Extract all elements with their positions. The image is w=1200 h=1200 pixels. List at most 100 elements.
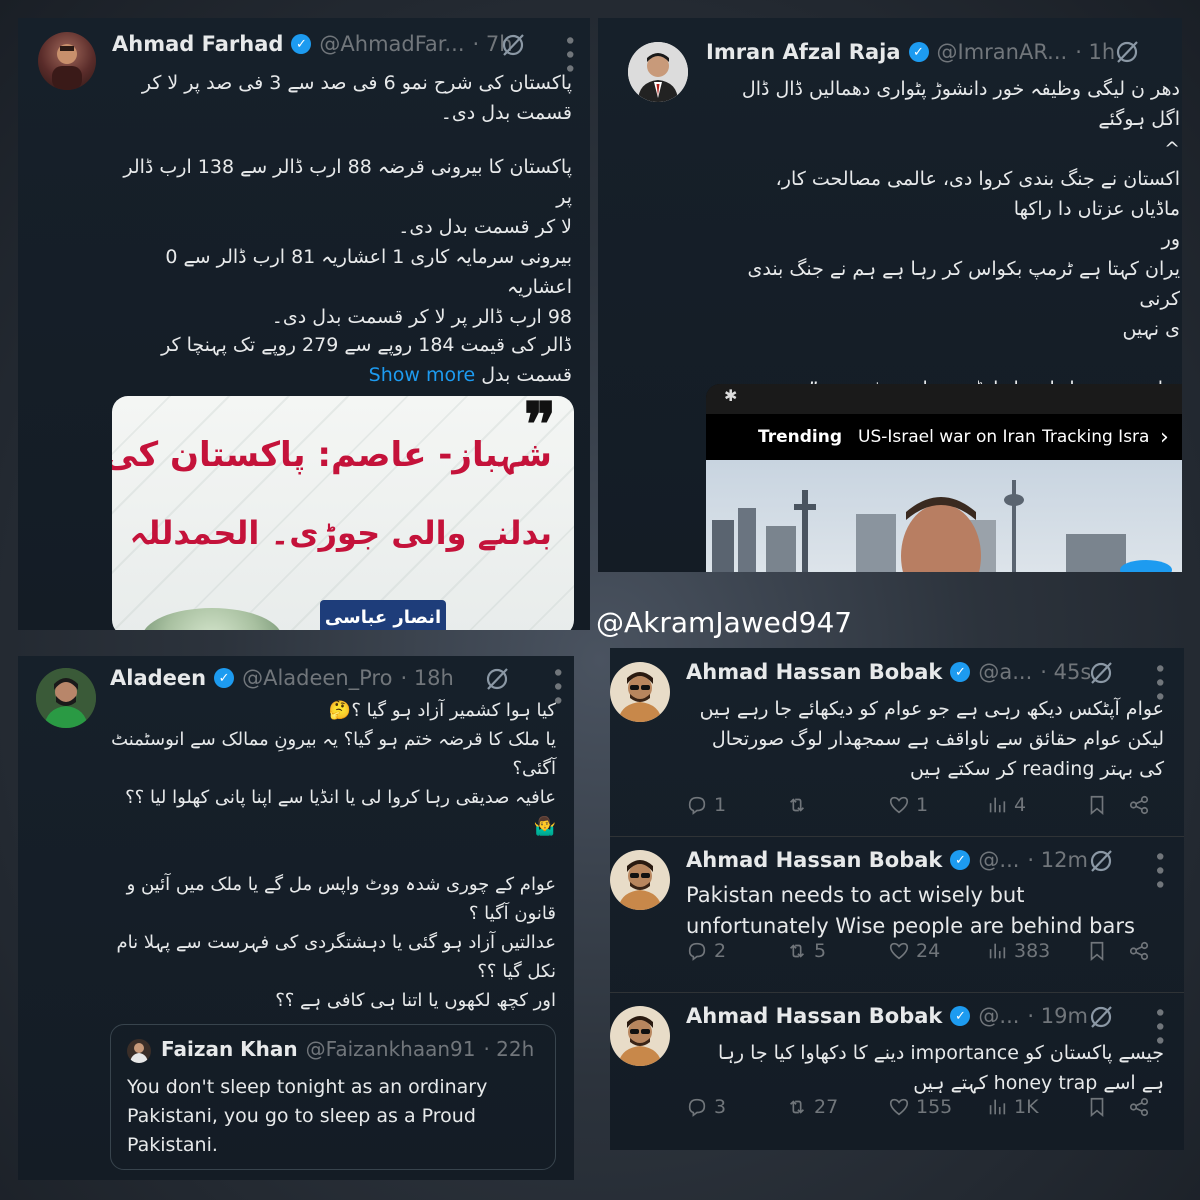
retweet-count: 27 xyxy=(814,1096,839,1118)
avatar[interactable] xyxy=(610,662,670,722)
show-more-link[interactable]: Show more xyxy=(369,364,476,386)
embedded-screenshot-card[interactable]: ✱ Trending US-Israel war on Iran Trackin… xyxy=(706,384,1182,572)
bookmark-icon xyxy=(1086,1096,1108,1118)
reply-count: 3 xyxy=(714,1096,727,1118)
retweet-count: 5 xyxy=(814,940,827,962)
author-name[interactable]: Ahmad Hassan Bobak xyxy=(686,660,942,684)
quoted-author-handle[interactable]: @Faizankhaan91 xyxy=(306,1037,476,1061)
quoted-avatar[interactable] xyxy=(127,1039,151,1063)
bookmark-icon xyxy=(1086,940,1108,962)
reply-button[interactable]: 3 xyxy=(686,1096,726,1118)
author-name[interactable]: Ahmad Hassan Bobak xyxy=(686,848,942,872)
nav-item-tracking[interactable]: Tracking Isra xyxy=(1042,427,1154,447)
reply-button[interactable]: 2 xyxy=(686,940,726,962)
views-count: 383 xyxy=(1014,940,1051,962)
share-icon xyxy=(1128,794,1150,816)
like-button[interactable]: 24 xyxy=(888,940,940,962)
nav-item-trending[interactable]: Trending xyxy=(758,427,842,447)
author-name[interactable]: Ahmad Farhad xyxy=(112,32,283,56)
author-name[interactable]: Aladeen xyxy=(110,666,206,690)
tweet-text-para2: پاکستان کا بیرونی قرضہ 88 ارب ڈالر سے 13… xyxy=(123,156,572,238)
bookmark-button[interactable] xyxy=(1086,940,1108,962)
card-headline-line2: بدلنے والی جوڑی۔ الحمدللہ xyxy=(129,514,552,552)
reply-button[interactable]: 1 xyxy=(686,794,726,816)
screenshot-topbar: ✱ xyxy=(706,384,1182,414)
trending-nav: Trending US-Israel war on Iran Tracking … xyxy=(706,414,1182,460)
share-icon xyxy=(1128,1096,1150,1118)
reply-tweet[interactable]: Ahmad Hassan Bobak ✓ @... · 19m ••• جیسے… xyxy=(610,992,1184,1150)
verified-icon: ✓ xyxy=(950,662,971,682)
avatar[interactable] xyxy=(628,42,688,102)
grok-icon[interactable] xyxy=(1114,39,1140,69)
retweet-button[interactable]: 27 xyxy=(786,1096,838,1118)
views-button[interactable]: 4 xyxy=(986,794,1026,816)
like-icon xyxy=(888,794,910,816)
share-button[interactable] xyxy=(1128,940,1150,962)
verified-icon: ✓ xyxy=(950,1006,971,1026)
tweet-imran-afzal-raja[interactable]: Imran Afzal Raja ✓ @ImranAR... · 1h دھر … xyxy=(598,18,1182,572)
like-button[interactable]: 155 xyxy=(888,1096,952,1118)
reply-tweet[interactable]: Ahmad Hassan Bobak ✓ @... · 12m ••• Paki… xyxy=(610,836,1184,992)
bookmark-button[interactable] xyxy=(1086,794,1108,816)
author-name[interactable]: Ahmad Hassan Bobak xyxy=(686,1004,942,1028)
tweet-text: کیا ہوا کشمیر آزاد ہو گیا ؟🤔 یا ملک کا ق… xyxy=(111,700,556,1011)
author-handle[interactable]: @Aladeen_Pro xyxy=(242,666,392,690)
chevron-right-icon[interactable]: › xyxy=(1160,425,1169,450)
author-handle[interactable]: @... xyxy=(978,1004,1019,1028)
bookmark-button[interactable] xyxy=(1086,1096,1108,1118)
grok-icon[interactable] xyxy=(1088,660,1114,690)
reply-count: 1 xyxy=(714,794,727,816)
quoted-timestamp[interactable]: · 22h xyxy=(483,1037,534,1061)
retweet-icon xyxy=(786,1096,808,1118)
avatar[interactable] xyxy=(36,668,96,728)
reply-icon xyxy=(686,1096,708,1118)
avatar[interactable] xyxy=(610,850,670,910)
timestamp[interactable]: · 19m xyxy=(1027,1004,1088,1028)
author-handle[interactable]: @a... xyxy=(978,660,1032,684)
reply-text: عوام آپٹکس دیکھ رہی ہے جو عوام کو دیکھائ… xyxy=(699,698,1164,780)
views-icon xyxy=(986,794,1008,816)
views-button[interactable]: 383 xyxy=(986,940,1050,962)
tweet-aladeen[interactable]: Aladeen ✓ @Aladeen_Pro · 18h ••• کیا ہوا… xyxy=(18,656,574,1180)
share-button[interactable] xyxy=(1128,794,1150,816)
card-author-label: انصار عباسی xyxy=(320,600,446,630)
tweet-ahmad-farhad[interactable]: Ahmad Farhad ✓ @AhmadFar... · 7h ••• پاک… xyxy=(18,18,590,630)
like-button[interactable]: 1 xyxy=(888,794,928,816)
grok-icon[interactable] xyxy=(484,666,510,696)
quoted-tweet[interactable]: Faizan Khan @Faizankhaan91 · 22h You don… xyxy=(110,1024,556,1170)
author-name[interactable]: Imran Afzal Raja xyxy=(706,40,901,64)
like-icon xyxy=(888,1096,910,1118)
retweet-button[interactable]: 5 xyxy=(786,940,826,962)
tweet-text: دھر ن لیگی وظیفہ خور دانشوڑ پٹواری دھمال… xyxy=(741,78,1180,400)
avatar[interactable] xyxy=(38,32,96,90)
grok-icon[interactable] xyxy=(1088,1004,1114,1034)
author-handle[interactable]: @ImranAR... xyxy=(937,40,1068,64)
reply-tweet[interactable]: Ahmad Hassan Bobak ✓ @a... · 45s ••• عوا… xyxy=(610,648,1184,836)
retweet-button[interactable] xyxy=(786,794,808,816)
quoted-author-name[interactable]: Faizan Khan xyxy=(161,1037,298,1061)
grok-icon[interactable] xyxy=(500,32,526,62)
avatar[interactable] xyxy=(610,1006,670,1066)
grok-icon[interactable] xyxy=(1088,848,1114,878)
nav-item-us-israel[interactable]: US-Israel war on Iran xyxy=(858,427,1036,447)
share-button[interactable] xyxy=(1128,1096,1150,1118)
like-icon xyxy=(888,940,910,962)
timestamp[interactable]: · 45s xyxy=(1040,660,1091,684)
article-image-card[interactable]: ❞ شہباز- عاصم: پاکستان کی قسمت بدلنے وال… xyxy=(112,396,574,630)
timestamp[interactable]: · 1h xyxy=(1075,40,1115,64)
tweet-text-para1: پاکستان کی شرح نمو 6 فی صد سے 3 فی صد پر… xyxy=(141,72,572,124)
like-count: 24 xyxy=(916,940,941,962)
tweet-text-para3: بیرونی سرمایہ کاری 1 اعشاریہ 81 ارب ڈالر… xyxy=(165,246,572,328)
card-headline-line1: شہباز- عاصم: پاکستان کی قسمت xyxy=(112,435,552,475)
tweet-text-para4-end: قسمت بدل xyxy=(481,364,572,386)
share-icon xyxy=(1128,940,1150,962)
views-icon xyxy=(986,1096,1008,1118)
verified-icon: ✓ xyxy=(214,668,235,688)
author-handle[interactable]: @... xyxy=(978,848,1019,872)
timestamp[interactable]: · 12m xyxy=(1027,848,1088,872)
timestamp[interactable]: · 18h xyxy=(400,666,453,690)
author-handle[interactable]: @AhmadFar... xyxy=(319,32,464,56)
views-button[interactable]: 1K xyxy=(986,1096,1039,1118)
replies-thread: Ahmad Hassan Bobak ✓ @a... · 45s ••• عوا… xyxy=(610,648,1184,1150)
verified-icon: ✓ xyxy=(950,850,971,870)
